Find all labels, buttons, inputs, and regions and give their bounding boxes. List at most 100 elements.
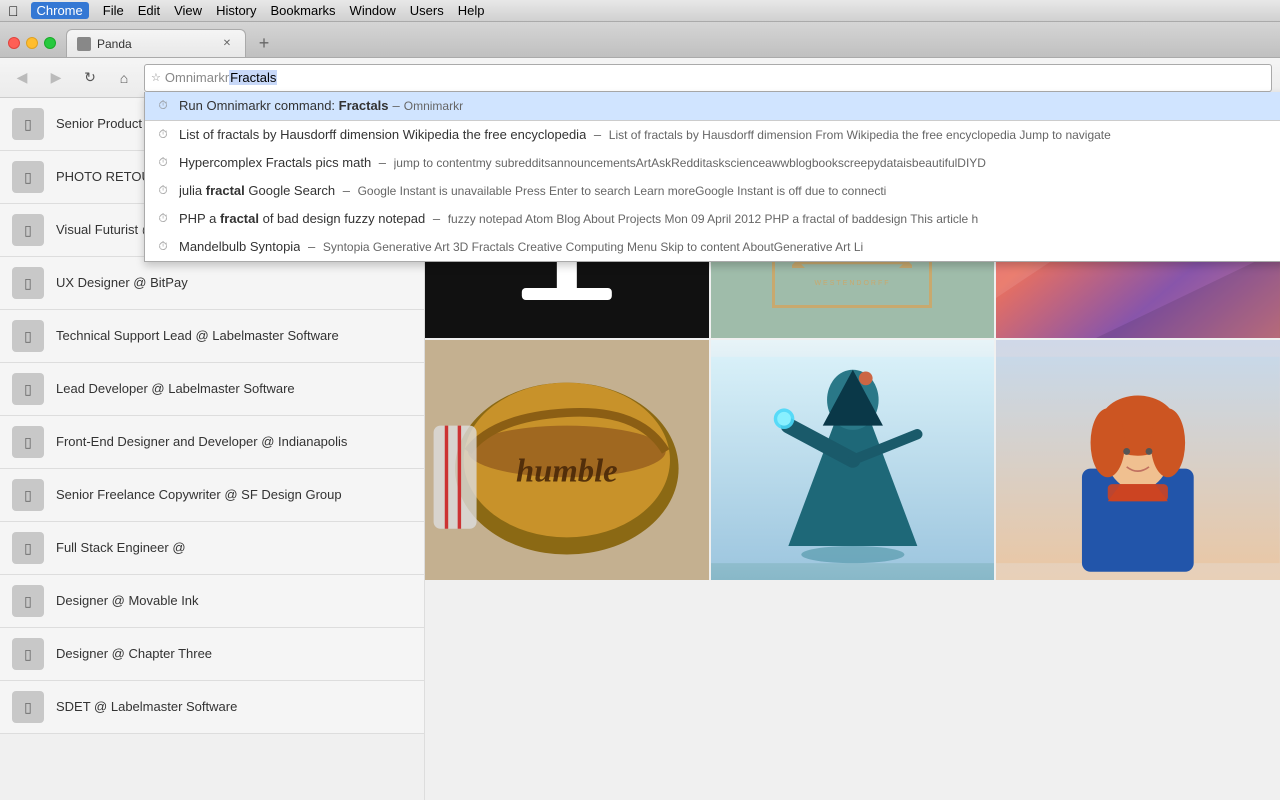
menu-file[interactable]: File: [103, 3, 124, 18]
address-bar-container: ☆ Omnimarkr Fractals ⏱ Run Omnimarkr com…: [144, 64, 1272, 92]
address-query: Fractals: [229, 70, 277, 85]
autocomplete-history-icon-3: ⏱: [155, 183, 171, 199]
person-svg: [996, 340, 1280, 580]
sidebar-icon-5: ▯: [12, 373, 44, 405]
autocomplete-sep-5: –: [304, 239, 318, 254]
menu-history[interactable]: History: [216, 3, 256, 18]
apple-menu[interactable]: : [8, 3, 19, 19]
tab-bar: Panda ✕ +: [0, 22, 1280, 58]
address-bar[interactable]: ☆ Omnimarkr Fractals: [144, 64, 1272, 92]
sidebar-label-9: Designer @ Movable Ink: [56, 592, 199, 610]
autocomplete-history-icon-0: ⏱: [155, 98, 171, 114]
sidebar-icon-3: ▯: [12, 267, 44, 299]
sidebar-label-3: UX Designer @ BitPay: [56, 274, 188, 292]
autocomplete-desc-4: fuzzy notepad Atom Blog About Projects M…: [448, 212, 979, 226]
maximize-button[interactable]: [44, 37, 56, 49]
westendorff-name: WESTENDORFF: [814, 280, 890, 287]
sidebar-item-11[interactable]: ▯ SDET @ Labelmaster Software: [0, 681, 424, 734]
sidebar-label-11: SDET @ Labelmaster Software: [56, 698, 237, 716]
home-button[interactable]: ⌂: [110, 64, 138, 92]
menu-bookmarks[interactable]: Bookmarks: [271, 3, 336, 18]
sidebar-item-5[interactable]: ▯ Lead Developer @ Labelmaster Software: [0, 363, 424, 416]
autocomplete-desc-5: Syntopia Generative Art 3D Fractals Crea…: [323, 240, 863, 254]
nav-bar: ◀ ▶ ↻ ⌂ ☆ Omnimarkr Fractals ⏱ Run Omnim…: [0, 58, 1280, 98]
reload-icon: ↻: [84, 69, 96, 86]
menu-users[interactable]: Users: [410, 3, 444, 18]
sidebar-icon-2: ▯: [12, 214, 44, 246]
wizard-svg: [711, 340, 995, 580]
sidebar-item-10[interactable]: ▯ Designer @ Chapter Three: [0, 628, 424, 681]
autocomplete-main-2: Hypercomplex Fractals pics math: [179, 155, 371, 170]
sidebar-label-6: Front-End Designer and Developer @ India…: [56, 433, 347, 451]
forward-icon: ▶: [51, 69, 62, 86]
autocomplete-desc-1: List of fractals by Hausdorff dimension …: [609, 128, 1111, 142]
autocomplete-desc-2: jump to contentmy subredditsannouncement…: [394, 156, 986, 170]
sidebar-icon-4: ▯: [12, 320, 44, 352]
menu-view[interactable]: View: [174, 3, 202, 18]
autocomplete-item-2[interactable]: ⏱ Hypercomplex Fractals pics math – jump…: [145, 149, 1280, 177]
autocomplete-sep-0: –: [393, 98, 400, 113]
svg-text:humble: humble: [516, 453, 618, 489]
sidebar-icon-0: ▯: [12, 108, 44, 140]
autocomplete-main-0: Run Omnimarkr command: Fractals: [179, 98, 389, 113]
sidebar-item-8[interactable]: ▯ Full Stack Engineer @: [0, 522, 424, 575]
chrome-window: Panda ✕ + ◀ ▶ ↻ ⌂ ☆ Omnimarkr Fractals: [0, 22, 1280, 800]
autocomplete-dropdown: ⏱ Run Omnimarkr command: Fractals – Omni…: [144, 92, 1280, 262]
autocomplete-sep-1: –: [590, 127, 604, 142]
sidebar-item-9[interactable]: ▯ Designer @ Movable Ink: [0, 575, 424, 628]
sidebar-item-4[interactable]: ▯ Technical Support Lead @ Labelmaster S…: [0, 310, 424, 363]
sidebar-item-7[interactable]: ▯ Senior Freelance Copywriter @ SF Desig…: [0, 469, 424, 522]
autocomplete-history-icon-1: ⏱: [155, 127, 171, 143]
autocomplete-sep-2: –: [375, 155, 389, 170]
sidebar-icon-6: ▯: [12, 426, 44, 458]
humble-svg: humble: [425, 340, 709, 580]
menu-edit[interactable]: Edit: [138, 3, 160, 18]
sidebar-item-3[interactable]: ▯ UX Designer @ BitPay: [0, 257, 424, 310]
menu-window[interactable]: Window: [350, 3, 396, 18]
sidebar-icon-8: ▯: [12, 532, 44, 564]
menu-bar:  Chrome File Edit View History Bookmark…: [0, 0, 1280, 22]
grid-cell-3[interactable]: humble: [425, 340, 709, 580]
sidebar-label-5: Lead Developer @ Labelmaster Software: [56, 380, 295, 398]
autocomplete-history-icon-5: ⏱: [155, 239, 171, 255]
tab-favicon: [77, 37, 91, 51]
autocomplete-main-5: Mandelbulb Syntopia: [179, 239, 300, 254]
forward-button[interactable]: ▶: [42, 64, 70, 92]
back-button[interactable]: ◀: [8, 64, 36, 92]
minimize-button[interactable]: [26, 37, 38, 49]
window-controls: [8, 37, 56, 49]
sidebar-item-6[interactable]: ▯ Front-End Designer and Developer @ Ind…: [0, 416, 424, 469]
tab-panda[interactable]: Panda ✕: [66, 29, 246, 57]
autocomplete-item-4[interactable]: ⏱ PHP a fractal of bad design fuzzy note…: [145, 205, 1280, 233]
address-star-icon: ☆: [151, 71, 161, 84]
autocomplete-item-1[interactable]: ⏱ List of fractals by Hausdorff dimensio…: [145, 121, 1280, 149]
back-icon: ◀: [17, 69, 28, 86]
sidebar-icon-7: ▯: [12, 479, 44, 511]
sidebar-icon-1: ▯: [12, 161, 44, 193]
sidebar-label-10: Designer @ Chapter Three: [56, 645, 212, 663]
menu-help[interactable]: Help: [458, 3, 485, 18]
autocomplete-desc-3: Google Instant is unavailable Press Ente…: [358, 184, 887, 198]
autocomplete-history-icon-4: ⏱: [155, 211, 171, 227]
sidebar-icon-10: ▯: [12, 638, 44, 670]
autocomplete-desc-0: Omnimarkr: [404, 99, 463, 113]
autocomplete-sep-3: –: [339, 183, 353, 198]
close-button[interactable]: [8, 37, 20, 49]
sidebar-label-4: Technical Support Lead @ Labelmaster Sof…: [56, 327, 339, 345]
reload-button[interactable]: ↻: [76, 64, 104, 92]
new-tab-button[interactable]: +: [250, 29, 278, 57]
sidebar-label-7: Senior Freelance Copywriter @ SF Design …: [56, 486, 342, 504]
tab-close-button[interactable]: ✕: [219, 36, 235, 52]
autocomplete-item-0[interactable]: ⏱ Run Omnimarkr command: Fractals – Omni…: [145, 92, 1280, 121]
tab-title: Panda: [97, 37, 215, 51]
sidebar-label-8: Full Stack Engineer @: [56, 539, 186, 557]
grid-cell-4[interactable]: [711, 340, 995, 580]
autocomplete-history-icon-2: ⏱: [155, 155, 171, 171]
home-icon: ⌂: [120, 70, 128, 86]
autocomplete-item-5[interactable]: ⏱ Mandelbulb Syntopia – Syntopia Generat…: [145, 233, 1280, 261]
autocomplete-main-3: julia fractal Google Search: [179, 183, 335, 198]
grid-cell-5[interactable]: [996, 340, 1280, 580]
menu-chrome[interactable]: Chrome: [31, 2, 89, 19]
autocomplete-item-3[interactable]: ⏱ julia fractal Google Search – Google I…: [145, 177, 1280, 205]
autocomplete-main-4: PHP a fractal of bad design fuzzy notepa…: [179, 211, 425, 226]
